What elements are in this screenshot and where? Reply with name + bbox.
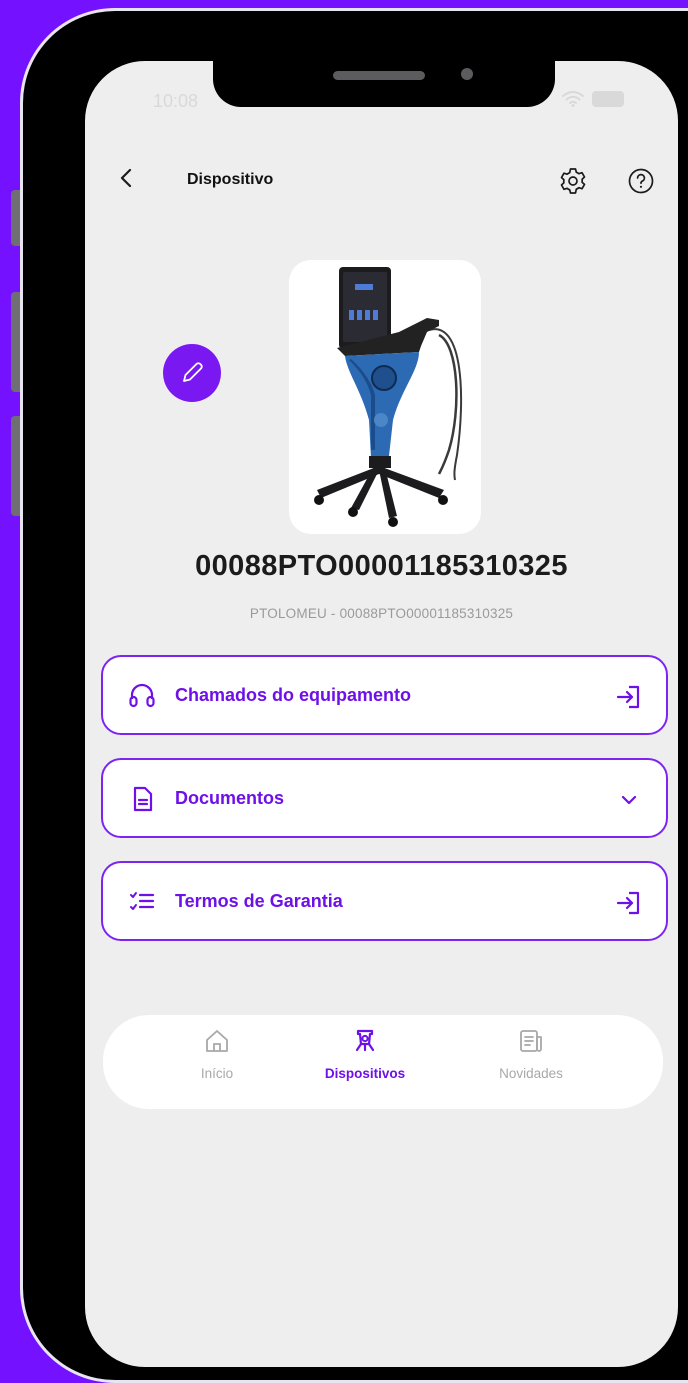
- checklist-icon: [130, 892, 155, 910]
- tab-novidades[interactable]: Novidades: [471, 1015, 591, 1109]
- phone-frame: 10:08 Dispositivo 00088PTO00001185310325…: [20, 8, 688, 1383]
- equipment-tickets-button[interactable]: Chamados do equipamento: [101, 655, 668, 735]
- status-icons: [562, 91, 624, 107]
- news-icon: [520, 1030, 542, 1052]
- notch: [213, 61, 555, 107]
- tab-novidades-label: Novidades: [499, 1066, 563, 1081]
- tab-inicio[interactable]: Início: [157, 1015, 277, 1109]
- speaker-grille: [333, 71, 425, 80]
- device-serial: 00088PTO00001185310325: [195, 550, 568, 582]
- warranty-terms-label: Termos de Garantia: [175, 891, 343, 911]
- equipment-tickets-label: Chamados do equipamento: [175, 685, 412, 705]
- help-circle-icon[interactable]: [625, 165, 657, 197]
- device-subtitle: PTOLOMEU - 00088PTO00001185310325: [249, 606, 514, 621]
- headset-icon: [129, 683, 155, 708]
- documents-label: Documentos: [175, 788, 285, 808]
- warranty-terms-button[interactable]: Termos de Garantia: [101, 861, 668, 941]
- app-screen: 10:08 Dispositivo 00088PTO00001185310325…: [85, 61, 678, 1367]
- chevron-down-icon: [621, 795, 637, 805]
- documents-button[interactable]: Documentos: [101, 758, 668, 838]
- gear-icon[interactable]: [557, 165, 589, 197]
- device-icon: [355, 1029, 375, 1052]
- bottom-tab-bar: Início Dispositivos Novidades: [103, 1015, 663, 1109]
- wifi-icon: [562, 91, 584, 107]
- page-title: Dispositivo: [187, 171, 274, 188]
- edit-device-button[interactable]: [163, 344, 221, 402]
- enter-arrow-icon: [616, 685, 640, 709]
- pencil-icon: [183, 362, 203, 382]
- home-icon: [206, 1030, 228, 1052]
- tab-dispositivos-label: Dispositivos: [324, 1066, 406, 1081]
- tab-dispositivos[interactable]: Dispositivos: [305, 1015, 425, 1109]
- battery-icon: [592, 91, 624, 107]
- front-camera: [461, 68, 473, 80]
- device-image-card: [289, 260, 481, 534]
- enter-arrow-icon: [616, 891, 640, 915]
- tab-inicio-label: Início: [200, 1066, 234, 1081]
- document-icon: [133, 786, 153, 812]
- chevron-left-icon[interactable]: [113, 164, 141, 192]
- status-time: 10:08: [153, 91, 199, 111]
- device-image: [314, 267, 463, 527]
